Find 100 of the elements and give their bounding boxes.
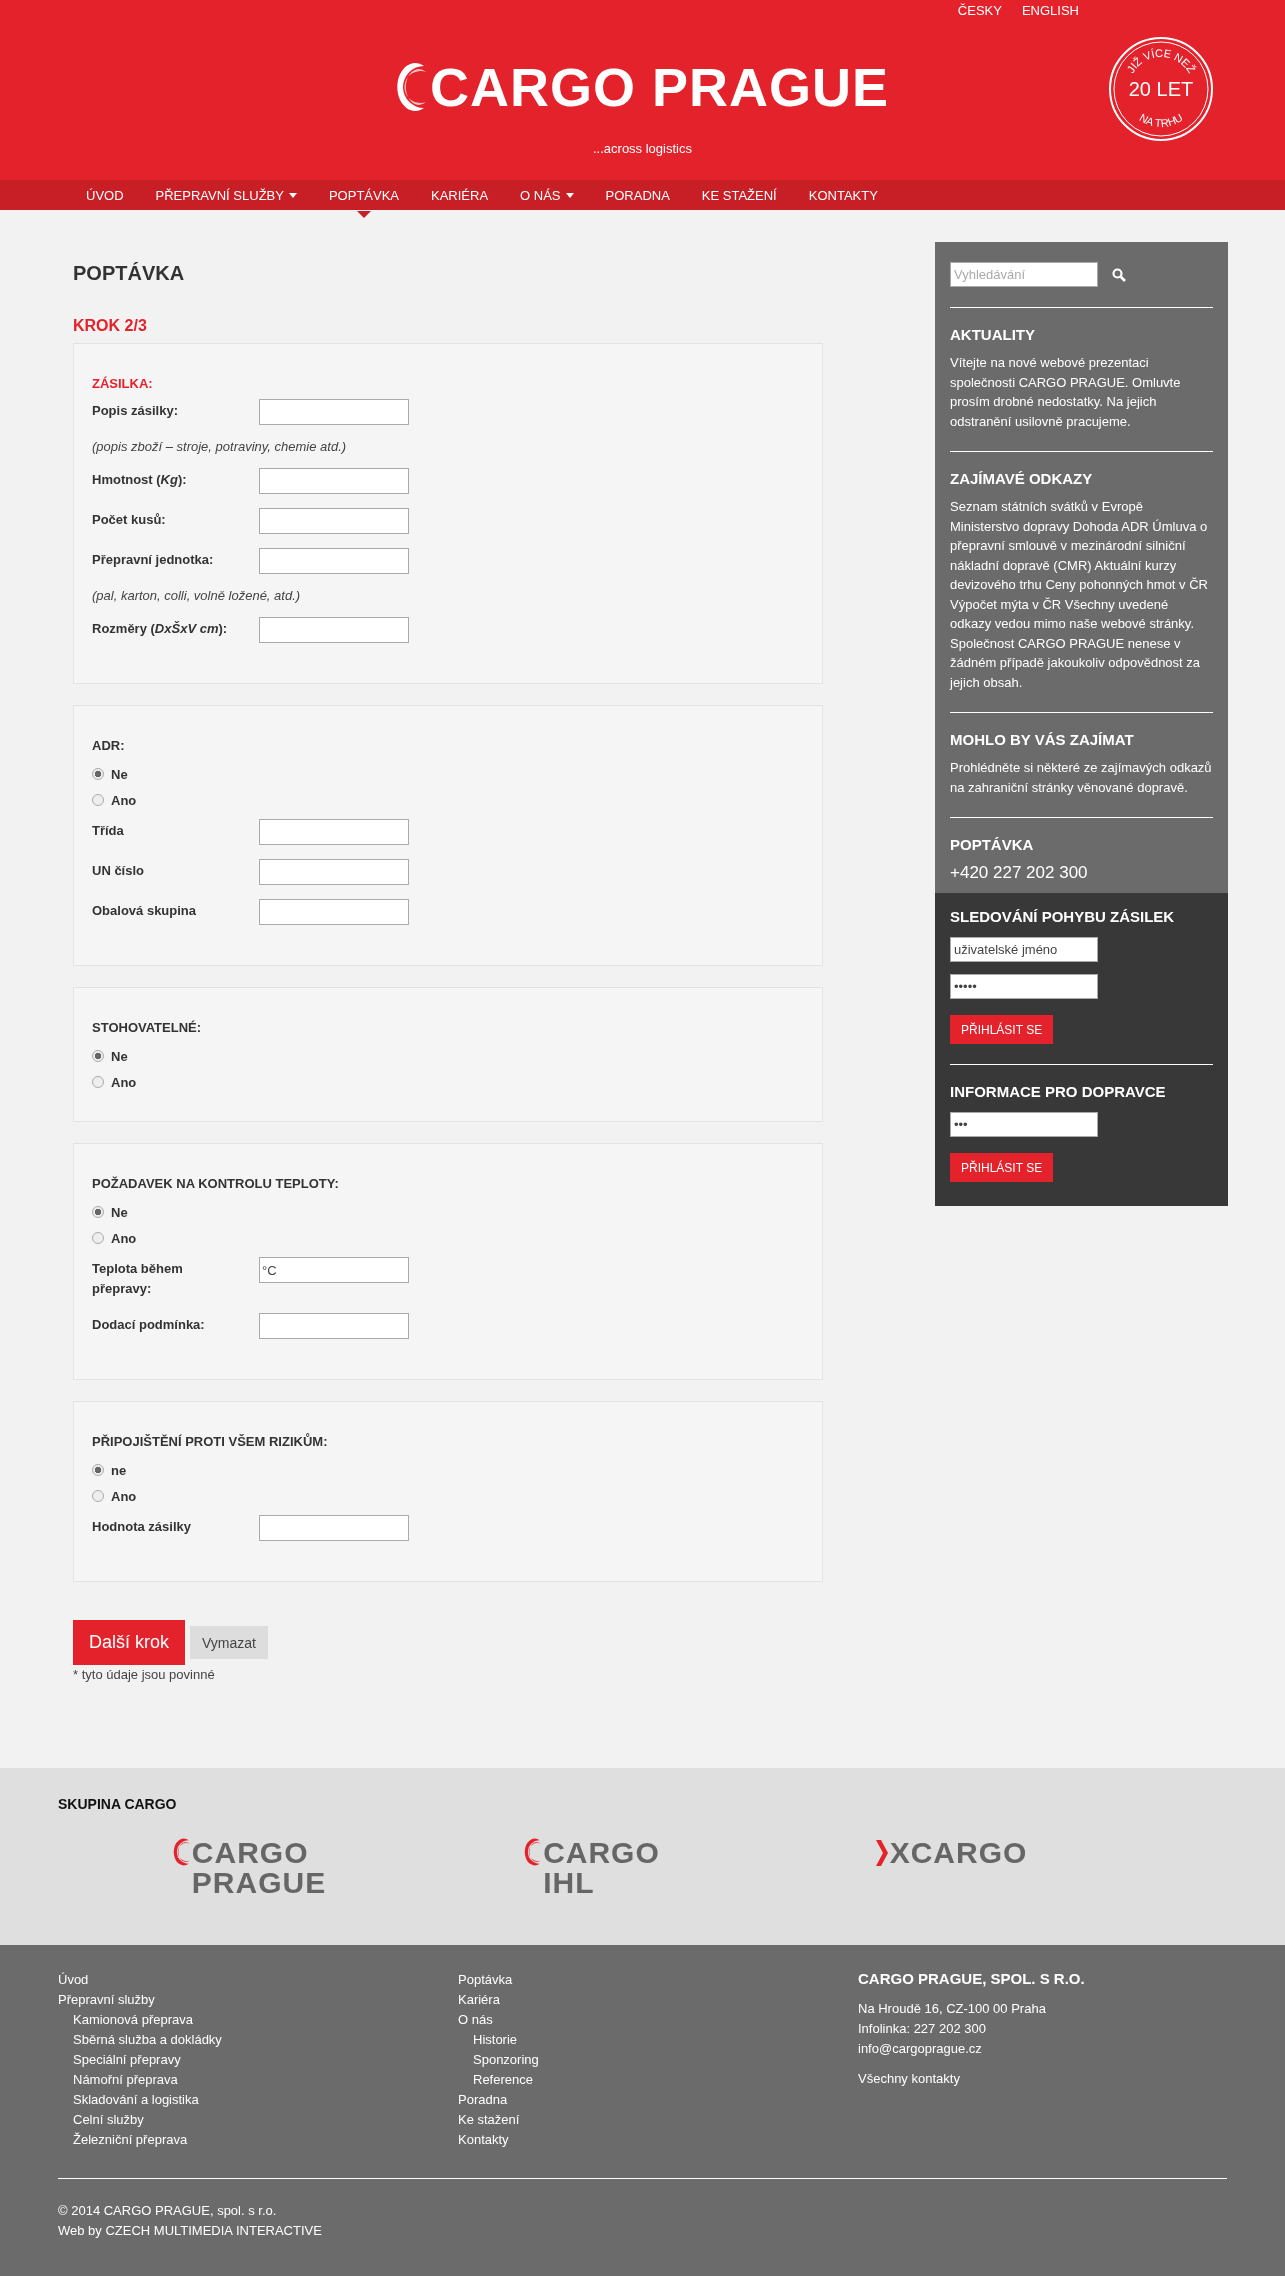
partner-logo-text: CARGO [191,1838,310,1868]
footer-link[interactable]: Speciální přepravy [58,2050,458,2070]
nav-item[interactable]: POPTÁVKA [312,180,415,210]
footer-link[interactable]: Námořní přeprava [58,2070,458,2090]
footer-link[interactable]: Kontakty [458,2130,858,2150]
hint-text: (popis zboží – stroje, potraviny, chemie atd.) [92,439,348,454]
radio-button[interactable] [92,1464,104,1476]
footer-link[interactable]: O nás [458,2010,858,2030]
language-link[interactable]: ENGLISH [1021,3,1079,36]
phone-number: +420 227 202 300 [950,863,1089,883]
search-icon[interactable] [1112,267,1126,282]
input-field[interactable] [259,859,409,885]
footer-link[interactable]: Přepravní služby [58,1990,458,2010]
radio-button[interactable] [92,1050,104,1062]
radio-button[interactable] [92,1206,104,1218]
login-button[interactable]: PŘIHLÁSIT SE [950,1015,1054,1044]
nav-item[interactable]: O NÁS [504,180,590,210]
input-field[interactable]: °C [259,1257,409,1283]
field-label: Popis zásilky: [92,402,179,420]
field-label: Rozměry (DxŠxV cm): [92,620,229,638]
section-title: STOHOVATELNÉ: [92,1020,203,1035]
input-field[interactable] [259,819,409,845]
input-field[interactable] [259,1313,409,1339]
input-field[interactable] [259,468,409,494]
partner-logo-text: XCARGO [889,1838,1028,1868]
radio-label: Ano [111,1230,137,1246]
sidebar-text: Prohlédněte si některé ze zajímavých odkazů na zahraniční stránky věnované dopravě. [950,759,1213,797]
nav-item[interactable]: KARIÉRA [415,180,505,210]
footer-link[interactable]: Historie [458,2030,858,2050]
footer-link[interactable]: Celní služby [58,2110,458,2130]
nav-item[interactable]: ÚVOD [70,180,140,210]
radio-button[interactable] [92,1232,104,1244]
input-field[interactable] [259,399,409,425]
field-label: Třída [92,822,125,840]
login-button[interactable]: PŘIHLÁSIT SE [950,1153,1054,1182]
next-step-button[interactable]: Další krok [73,1620,185,1665]
radio-button[interactable] [92,794,104,806]
swoosh-icon [396,62,426,112]
swoosh-icon [173,1838,190,1866]
language-link[interactable]: ČESKY [957,3,1002,36]
section-title: POŽADAVEK NA KONTROLU TEPLOTY: [92,1176,340,1191]
field-label: UN číslo [92,862,145,880]
section-title: PŘIPOJIŠTĚNÍ PROTI VŠEM RIZIKŮM: [92,1434,329,1449]
footer-link[interactable]: Železniční přeprava [58,2130,458,2150]
footer-link[interactable]: Sponzoring [458,2050,858,2070]
partner-logo-text: IHL [543,1868,596,1898]
nav-item[interactable]: PORADNA [589,180,686,210]
sidebar-heading: MOHLO BY VÁS ZAJÍMAT [950,731,1135,748]
login-field[interactable]: ••••• [950,974,1098,999]
hint-text: (pal, karton, colli, volně ložené, atd.) [92,588,302,603]
required-note: * tyto údaje jsou povinné [73,1667,216,1682]
field-label: Teplota během přepravy: [92,1260,184,1298]
login-field[interactable]: uživatelské jméno [950,937,1098,962]
footer-link[interactable]: Poptávka [458,1970,858,1990]
radio-label: Ne [111,1048,128,1064]
footer-link[interactable]: Kamionová přeprava [58,2010,458,2030]
input-field[interactable] [259,548,409,574]
radio-button[interactable] [92,1490,104,1502]
footer-link[interactable]: Poradna [458,2090,858,2110]
sidebar-heading: POPTÁVKA [950,836,1035,853]
chevron-icon [875,1838,888,1868]
radio-button[interactable] [92,1076,104,1088]
sidebar-text: Seznam státních svátků v Evropě Ministerstvo dopravy Dohoda ADR Úmluva o přepravní smlouvě v mezinárodní silniční nákladní dopravě (CMR) Aktuální kurzy devizového trhu Ceny pohonných hmot v ČR Výpočet mýta v ČR Všechny uvedené odkazy vedou mimo naše webové stránky. Společnost CARGO PRAGUE nenese v žádném případě jakoukoliv odpovědnost za jejich obsah. [950,498,1209,692]
sidebar-text: Vítejte na nové webové prezentaci společnosti CARGO PRAGUE. Omluvte prosím drobné nedostatky. Na jejich odstranění usilovně pracujeme. [950,354,1182,431]
clear-button[interactable]: Vymazat [190,1626,268,1659]
field-label: Hmotnost (Kg): [92,471,188,489]
tagline: ...across logistics [593,141,692,156]
field-label: Přepravní jednotka: [92,551,215,569]
input-field[interactable] [259,508,409,534]
footer-link[interactable]: Úvod [58,1970,458,1990]
partner-logo-text: CARGO [543,1838,660,1868]
nav-item[interactable]: KONTAKTY [792,180,894,210]
radio-label: Ano [111,1488,137,1504]
section-title: ADR: [92,738,126,753]
company-info: Na Hroudě 16, CZ-100 00 Praha [858,2000,1047,2018]
field-label: Obalová skupina [92,902,198,920]
contacts-link[interactable]: Všechny kontakty [858,2069,1227,2089]
radio-button[interactable] [92,768,104,780]
input-field[interactable] [259,899,409,925]
footer-link[interactable]: Sběrná služba a dokládky [58,2030,458,2050]
group-title: SKUPINA CARGO [58,1796,178,1812]
company-name: CARGO PRAGUE, SPOL. S R.O. [858,1970,1086,1987]
footer-link[interactable]: Kariéra [458,1990,858,2010]
radio-label: Ano [111,1074,137,1090]
footer-link[interactable]: Ke stažení [458,2110,858,2130]
page-title: POPTÁVKA [73,262,186,285]
footer-link[interactable]: Reference [458,2070,858,2090]
input-field[interactable] [259,617,409,643]
radio-label: Ano [111,792,137,808]
field-label: Hodnota zásilky [92,1518,192,1536]
footer-link[interactable]: Skladování a logistika [58,2090,458,2110]
search-field[interactable]: Vyhledávání [950,262,1098,287]
step-label: KROK 2/3 [73,317,148,335]
nav-item[interactable]: PŘEPRAVNÍ SLUŽBY [139,180,313,210]
sidebar-heading: ZAJÍMAVÉ ODKAZY [950,470,1094,487]
nav-item[interactable]: KE STAŽENÍ [685,180,793,210]
login-field[interactable]: ••• [950,1112,1098,1137]
radio-label: ne [111,1462,127,1478]
radio-label: Ne [111,766,128,782]
input-field[interactable] [259,1515,409,1541]
